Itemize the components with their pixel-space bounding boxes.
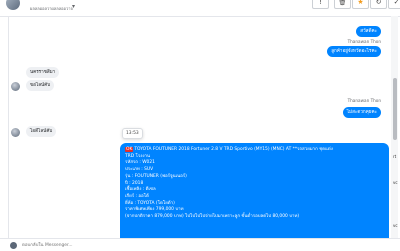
message-sender: Thanawan Thon [347, 98, 381, 103]
tag-badge: OK [125, 147, 134, 152]
listing-line: รุ่น : FOUTUNER (ฟอร์จูนเนอร์) [125, 173, 187, 179]
contact-name[interactable]: ผลลลออลวาผลลลออวาจ [30, 5, 73, 12]
message-incoming[interactable]: นครราชสีมา [26, 67, 60, 78]
contact-avatar[interactable] [6, 0, 20, 10]
listing-line: OK TOYOTA FOUTUNER 2018 Fortuner 2.8 V TR… [125, 147, 333, 152]
done-check-icon[interactable]: ✓ [388, 0, 400, 9]
listing-line: รหัสรถ : W021 [125, 160, 155, 166]
message-incoming[interactable]: ขอไลน์คับ [26, 80, 55, 91]
listing-line: เกียร์ : ออโต้ [125, 193, 149, 199]
report-icon[interactable]: ! [312, 0, 329, 9]
contact-avatar[interactable] [11, 128, 20, 137]
message-incoming[interactable]: ไอดีไลน์คับ [26, 126, 57, 137]
contact-avatar[interactable] [11, 82, 20, 91]
edge-label: vc [393, 180, 398, 185]
conversation-header: ผลลลออลวาผลลลออวาจ ▾ ! 🗑 ★ ↻ ✓ [0, 0, 400, 17]
edge-label: rt [393, 154, 397, 159]
listing-line: TRD โรงงาน [125, 153, 150, 159]
message-outgoing[interactable]: ลูกค้าอยู่จังหวัดอะไรคะ [327, 46, 381, 57]
edge-label: vc [393, 223, 398, 228]
thread-divider [8, 16, 9, 242]
message-sender: Thanawan Thon [347, 39, 381, 44]
reply-input[interactable] [22, 241, 162, 249]
car-listing-message[interactable]: OK TOYOTA FOUTUNER 2018 Fortuner 2.8 V TR… [120, 143, 389, 250]
page-avatar [10, 242, 17, 249]
star-icon[interactable]: ★ [352, 0, 369, 9]
listing-line: (จากปกติราคา 879,000 บาท) ไปไปไปไปจ่ายไป… [125, 214, 300, 220]
listing-line: ประเภท : SUV [125, 167, 154, 173]
message-timestamp-tooltip: 13:53 [122, 128, 143, 139]
listing-line: เชื้อเพลิง : ดีเซล [125, 187, 156, 193]
listing-line: ปี : 2018 [125, 180, 144, 186]
trash-icon[interactable]: 🗑 [334, 0, 351, 9]
scrollbar-thumb[interactable] [393, 78, 397, 140]
chevron-down-icon[interactable]: ▾ [72, 3, 75, 10]
reply-composer [0, 238, 400, 251]
refresh-icon[interactable]: ↻ [370, 0, 387, 9]
message-outgoing[interactable]: สวัสดีคะ [356, 26, 381, 37]
message-outgoing[interactable]: ไม่สะดวกคุยคะ [342, 107, 381, 118]
